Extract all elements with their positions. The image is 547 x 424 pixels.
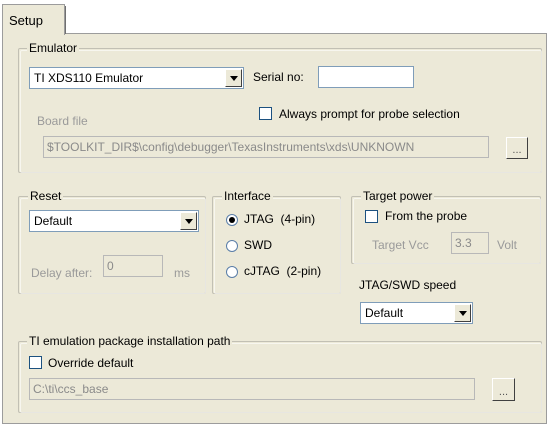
target-power-group — [351, 196, 541, 264]
speed-selected-value: Default — [365, 306, 404, 320]
speed-select[interactable]: Default — [360, 302, 473, 324]
reset-selected-value: Default — [34, 214, 73, 228]
delay-input: 0 — [103, 255, 163, 277]
override-default-label: Override default — [48, 356, 134, 370]
board-file-input: $TOOLKIT_DIR$\config\debugger\TexasInstr… — [43, 136, 489, 158]
reset-select[interactable]: Default — [29, 210, 199, 232]
chevron-down-icon[interactable] — [180, 212, 197, 230]
emulator-legend: Emulator — [27, 41, 80, 55]
target-power-legend: Target power — [361, 189, 435, 203]
interface-radio-jtag[interactable] — [226, 214, 238, 226]
tab-setup[interactable]: Setup — [2, 4, 65, 35]
chevron-down-icon[interactable] — [225, 69, 242, 87]
ti-path-group — [18, 341, 542, 413]
target-vcc-unit: Volt — [497, 238, 518, 252]
radio-selected-dot — [229, 217, 235, 223]
emulator-selected-value: TI XDS110 Emulator — [34, 71, 144, 85]
target-vcc-label: Target Vcc — [372, 238, 429, 252]
interface-radio-cjtag[interactable] — [226, 266, 238, 278]
override-default-checkbox[interactable] — [29, 356, 42, 369]
reset-legend: Reset — [28, 189, 64, 203]
interface-option-jtag: JTAG (4-pin) — [244, 212, 316, 226]
ti-path-legend: TI emulation package installation path — [27, 334, 233, 348]
board-file-browse-button[interactable]: ... — [506, 137, 528, 159]
ti-path-input: C:\ti\ccs_base — [29, 378, 475, 400]
interface-radio-swd[interactable] — [226, 240, 238, 252]
emulator-select[interactable]: TI XDS110 Emulator — [29, 67, 244, 89]
speed-label: JTAG/SWD speed — [359, 278, 457, 292]
always-prompt-label: Always prompt for probe selection — [279, 107, 460, 121]
delay-label: Delay after: — [31, 266, 93, 280]
from-probe-checkbox[interactable] — [365, 210, 378, 223]
serial-label: Serial no: — [253, 70, 304, 84]
serial-input[interactable] — [318, 66, 414, 88]
from-probe-label: From the probe — [385, 209, 468, 223]
delay-unit: ms — [174, 266, 190, 280]
interface-option-cjtag: cJTAG (2-pin) — [244, 264, 322, 278]
always-prompt-checkbox[interactable] — [259, 107, 272, 120]
chevron-down-icon[interactable] — [454, 304, 471, 322]
interface-legend: Interface — [222, 189, 273, 203]
target-vcc-input: 3.3 — [451, 232, 489, 254]
ti-path-browse-button[interactable]: ... — [492, 378, 515, 401]
board-file-label: Board file — [37, 114, 88, 128]
tab-setup-label: Setup — [9, 12, 43, 28]
interface-option-swd: SWD — [244, 238, 272, 252]
